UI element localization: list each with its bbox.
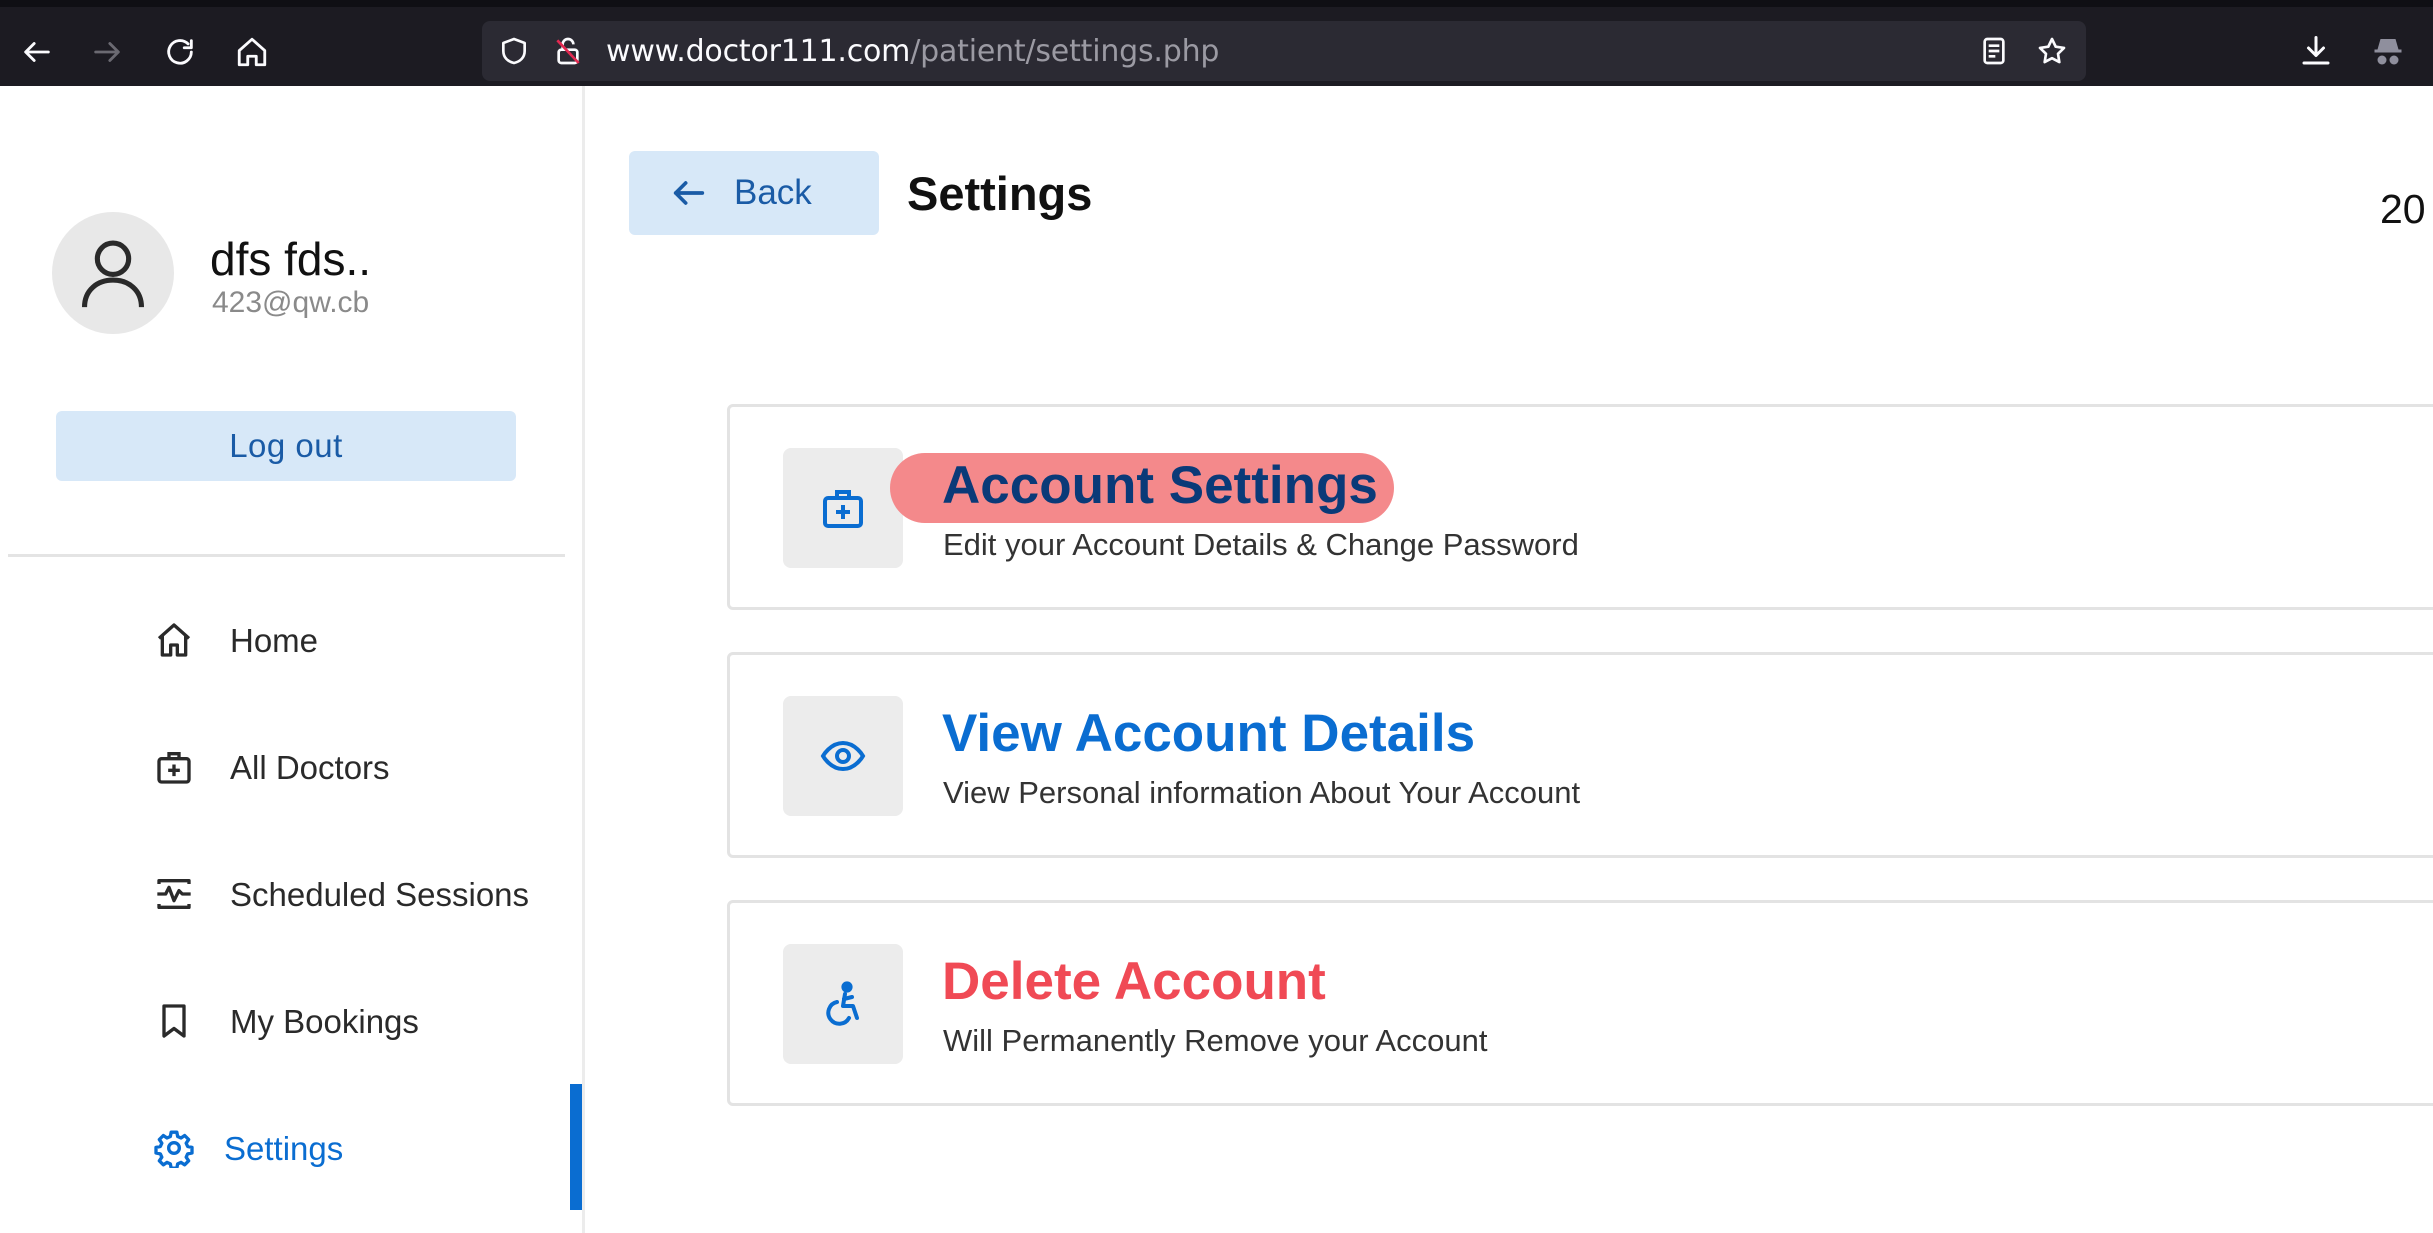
sidebar-item-label: All Doctors (230, 749, 390, 786)
insecure-lock-icon[interactable] (552, 35, 584, 67)
card-description: Will Permanently Remove your Account (943, 1023, 1488, 1058)
avatar (52, 212, 174, 334)
card-title: View Account Details (942, 704, 1476, 763)
reload-icon[interactable] (163, 35, 197, 69)
user-name: dfs fds.. (210, 233, 372, 285)
sidebar-item-label: Scheduled Sessions (230, 876, 530, 913)
schedule-pulse-icon (154, 874, 194, 914)
page-title: Settings (907, 167, 1093, 220)
delete-account-card[interactable]: Delete Account Will Permanently Remove y… (727, 900, 2433, 1106)
card-icon-box (783, 944, 903, 1064)
bookmark-star-icon[interactable] (2036, 35, 2068, 67)
home-page-icon[interactable] (235, 35, 269, 69)
card-title: Account Settings (942, 456, 1378, 515)
sidebar-item-scheduled-sessions[interactable]: Scheduled Sessions (150, 864, 570, 924)
download-icon[interactable] (2298, 33, 2334, 69)
home-icon (154, 620, 194, 660)
sidebar-item-label: Home (230, 622, 319, 659)
back-arrow-icon[interactable] (20, 35, 54, 69)
card-description: View Personal information About Your Acc… (943, 775, 1581, 810)
medical-bag-icon (154, 747, 194, 787)
sidebar-item-label: My Bookings (230, 1003, 419, 1040)
browser-toolbar: www.doctor111.com/patient/settings.php (0, 0, 2433, 86)
card-icon-box (783, 448, 903, 568)
user-email: 423@qw.cb (212, 286, 370, 319)
eye-icon (820, 740, 866, 772)
arrow-left-icon (673, 181, 705, 205)
sidebar: dfs fds.. 423@qw.cb Log out Home All Doc… (0, 86, 585, 1233)
active-indicator (570, 1084, 582, 1210)
address-bar[interactable]: www.doctor111.com/patient/settings.php (482, 21, 2086, 81)
logout-button[interactable]: Log out (56, 411, 516, 481)
sidebar-item-home[interactable]: Home (150, 610, 570, 670)
sidebar-item-all-doctors[interactable]: All Doctors (150, 737, 570, 797)
sidebar-divider (8, 554, 565, 557)
forward-arrow-icon[interactable] (90, 35, 124, 69)
url-text[interactable]: www.doctor111.com/patient/settings.php (606, 34, 1219, 69)
card-title: Delete Account (942, 952, 1326, 1011)
gear-icon (154, 1128, 194, 1170)
date-text: 20 (2380, 186, 2426, 232)
sidebar-item-my-bookings[interactable]: My Bookings (150, 991, 570, 1051)
view-account-details-card[interactable]: View Account Details View Personal infor… (727, 652, 2433, 858)
back-button-label: Back (734, 173, 812, 212)
medical-bag-icon (823, 490, 863, 528)
reader-view-icon[interactable] (1978, 35, 2010, 67)
shield-icon[interactable] (498, 35, 530, 67)
bookmark-icon (154, 1001, 194, 1041)
card-description: Edit your Account Details & Change Passw… (943, 527, 1579, 562)
sidebar-item-label: Settings (224, 1130, 344, 1167)
accessibility-icon (826, 981, 859, 1026)
private-browsing-icon[interactable] (2370, 33, 2406, 69)
card-icon-box (783, 696, 903, 816)
account-settings-card[interactable]: Account Settings Edit your Account Detai… (727, 404, 2433, 610)
back-button[interactable]: Back (629, 151, 879, 235)
sidebar-item-settings[interactable]: Settings (150, 1118, 570, 1178)
